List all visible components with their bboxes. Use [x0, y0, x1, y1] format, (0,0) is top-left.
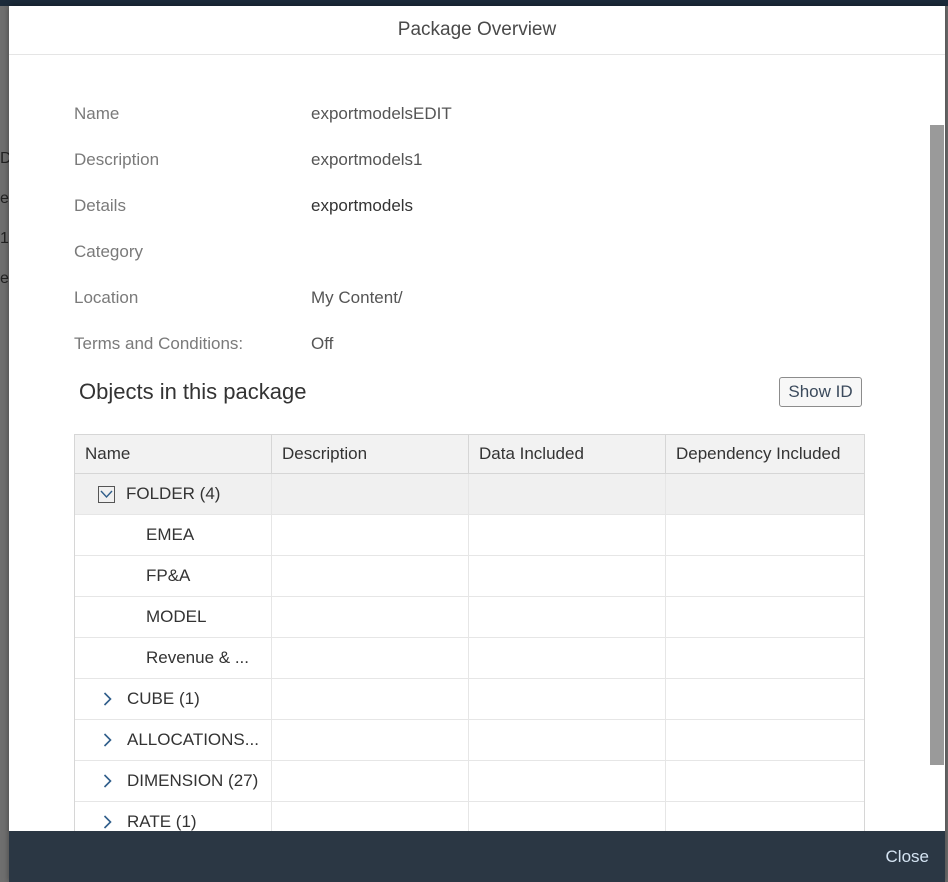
row-name: EMEA	[146, 525, 195, 544]
detail-label: Name	[74, 104, 120, 123]
name-cell: Revenue & ...	[75, 638, 272, 678]
close-button[interactable]: Close	[886, 847, 929, 867]
dependency-included-cell	[666, 638, 862, 678]
data-included-cell	[469, 720, 666, 760]
dialog-content[interactable]: Name exportmodelsEDIT Description export…	[9, 55, 945, 831]
background-fragment: e	[0, 190, 9, 207]
expand-icon[interactable]	[97, 812, 117, 831]
row-name: Revenue & ...	[146, 648, 250, 667]
dependency-included-cell	[666, 474, 862, 514]
data-included-cell	[469, 474, 666, 514]
expand-icon[interactable]	[97, 689, 117, 709]
dependency-included-cell	[666, 597, 862, 637]
table-row[interactable]: Revenue & ...	[75, 638, 864, 679]
table-row[interactable]: FOLDER (4)	[75, 474, 864, 515]
detail-value: exportmodels1	[311, 150, 423, 169]
table-row[interactable]: CUBE (1)	[75, 679, 864, 720]
row-name: RATE (1)	[127, 812, 197, 831]
dialog-footer: Close	[9, 831, 945, 882]
row-name: DIMENSION (27)	[127, 771, 259, 790]
description-cell	[272, 515, 469, 555]
detail-label: Terms and Conditions:	[74, 334, 244, 353]
table-row[interactable]: EMEA	[75, 515, 864, 556]
detail-label: Description	[74, 150, 160, 169]
name-cell: RATE (1)	[75, 802, 272, 831]
detail-value: Off	[311, 334, 334, 353]
name-cell: FP&A	[75, 556, 272, 596]
description-cell	[272, 720, 469, 760]
dependency-included-cell	[666, 679, 862, 719]
name-cell: ALLOCATIONS...	[75, 720, 272, 760]
data-included-cell	[469, 679, 666, 719]
column-header-description[interactable]: Description	[272, 435, 469, 473]
objects-table: Name Description Data Included Dependenc…	[74, 434, 865, 831]
data-included-cell	[469, 597, 666, 637]
column-header-data-included[interactable]: Data Included	[469, 435, 666, 473]
name-cell: DIMENSION (27)	[75, 761, 272, 801]
dependency-included-cell	[666, 802, 862, 831]
table-row[interactable]: FP&A	[75, 556, 864, 597]
data-included-cell	[469, 638, 666, 678]
dialog-title: Package Overview	[397, 19, 557, 40]
detail-value: exportmodelsEDIT	[311, 104, 452, 123]
description-cell	[272, 802, 469, 831]
description-cell	[272, 597, 469, 637]
table-row[interactable]: ALLOCATIONS...	[75, 720, 864, 761]
dependency-included-cell	[666, 720, 862, 760]
row-name: CUBE (1)	[127, 689, 200, 708]
table-row[interactable]: RATE (1)	[75, 802, 864, 831]
description-cell	[272, 679, 469, 719]
package-overview-dialog: Package Overview Name exportmodelsEDIT D…	[9, 6, 945, 882]
detail-label: Category	[74, 242, 143, 261]
description-cell	[272, 761, 469, 801]
dependency-included-cell	[666, 515, 862, 555]
description-cell	[272, 638, 469, 678]
dialog-header: Package Overview	[9, 6, 945, 55]
vertical-scrollbar[interactable]	[930, 125, 944, 765]
detail-value: My Content/	[311, 288, 403, 307]
expand-icon[interactable]	[97, 730, 117, 750]
show-id-button[interactable]: Show ID	[779, 377, 862, 407]
data-included-cell	[469, 802, 666, 831]
row-name: MODEL	[146, 607, 207, 626]
name-cell: CUBE (1)	[75, 679, 272, 719]
data-included-cell	[469, 556, 666, 596]
table-header-row: Name Description Data Included Dependenc…	[75, 435, 864, 474]
collapse-icon[interactable]	[98, 485, 115, 503]
data-included-cell	[469, 761, 666, 801]
description-cell	[272, 474, 469, 514]
detail-label: Location	[74, 288, 139, 307]
table-row[interactable]: DIMENSION (27)	[75, 761, 864, 802]
dependency-included-cell	[666, 556, 862, 596]
row-name: FP&A	[146, 566, 191, 585]
objects-section-title: Objects in this package	[79, 379, 307, 404]
name-cell: MODEL	[75, 597, 272, 637]
detail-value: exportmodels	[311, 196, 414, 215]
table-row[interactable]: MODEL	[75, 597, 864, 638]
column-header-name[interactable]: Name	[75, 435, 272, 473]
name-cell: FOLDER (4)	[75, 474, 272, 514]
dependency-included-cell	[666, 761, 862, 801]
detail-label: Details	[74, 196, 126, 215]
data-included-cell	[469, 515, 666, 555]
name-cell: EMEA	[75, 515, 272, 555]
description-cell	[272, 556, 469, 596]
row-name: ALLOCATIONS...	[127, 730, 259, 749]
column-header-dependency-included[interactable]: Dependency Included	[666, 435, 862, 473]
row-name: FOLDER (4)	[126, 484, 221, 503]
expand-icon[interactable]	[97, 771, 117, 791]
